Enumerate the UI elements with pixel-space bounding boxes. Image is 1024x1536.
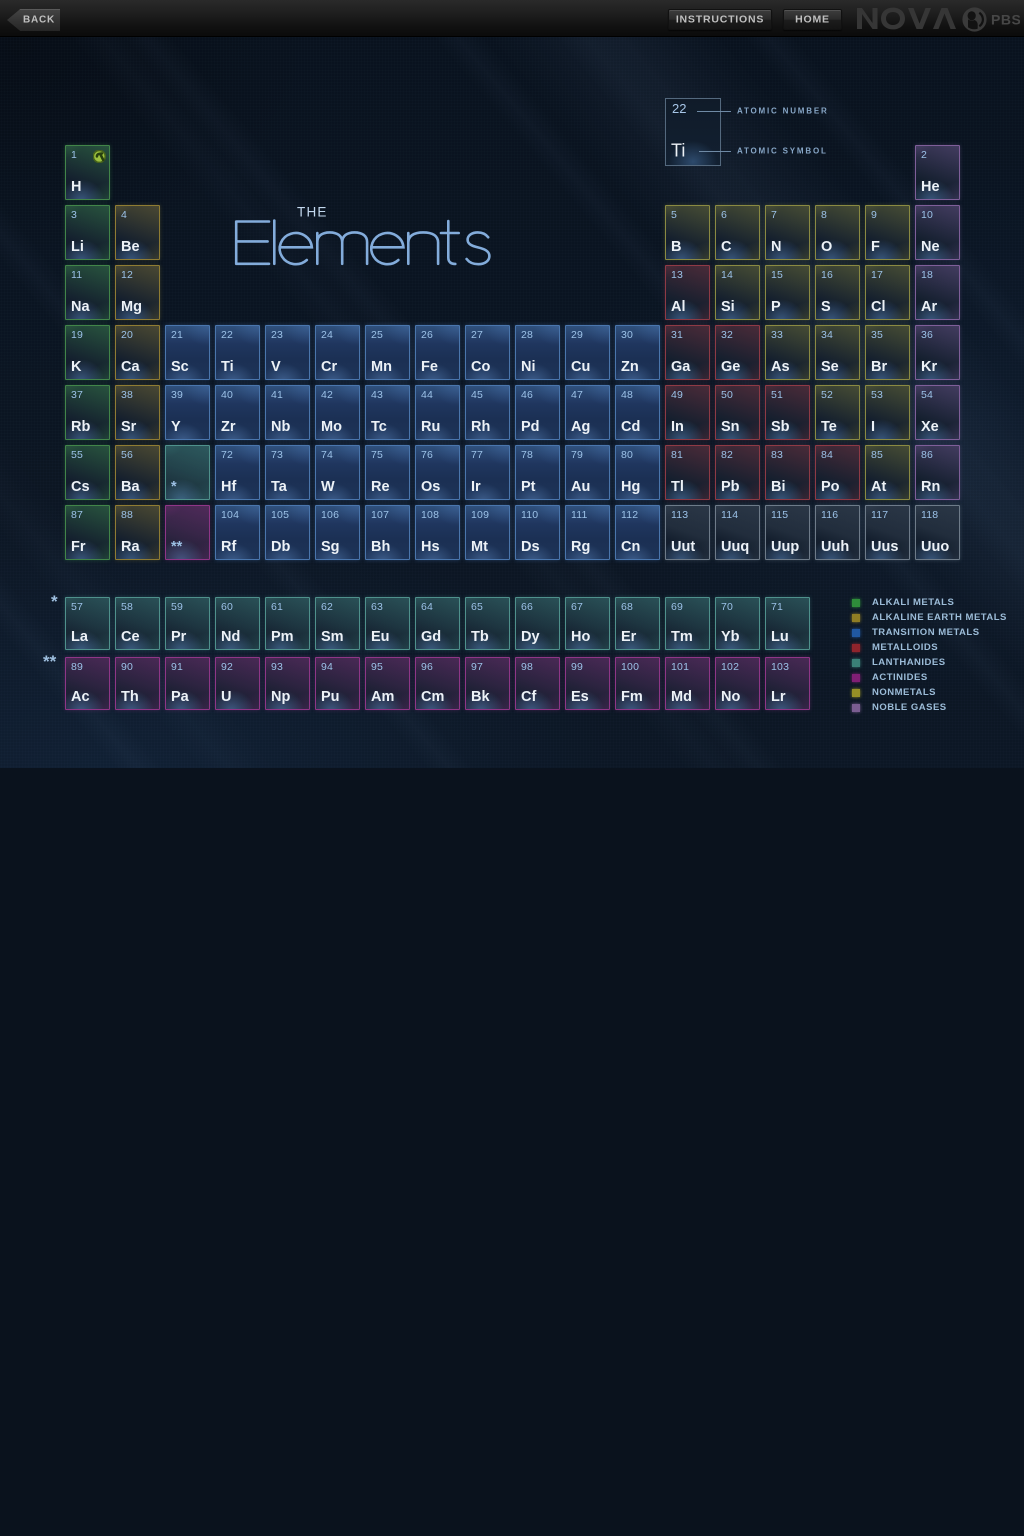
svg-text:PBS: PBS xyxy=(991,12,1020,28)
